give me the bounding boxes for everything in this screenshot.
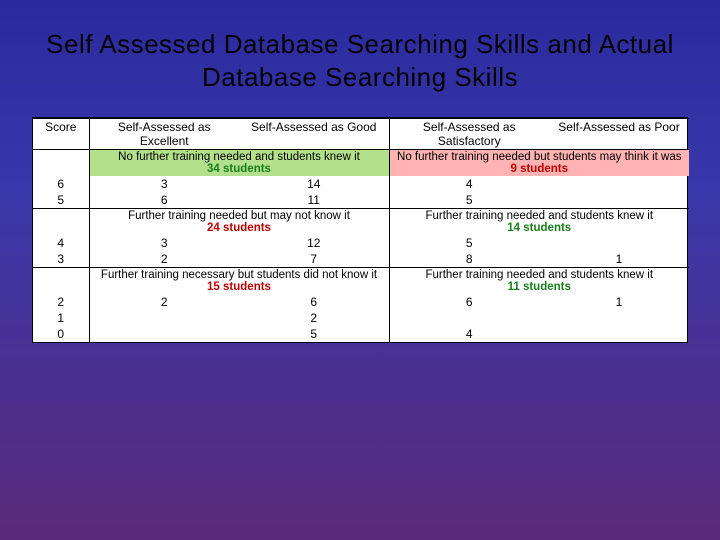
band-top-left-msg: No further training needed and students … xyxy=(90,151,389,163)
hdr-satisfactory: Self-Assessed as Satisfactory xyxy=(389,119,549,150)
score-5: 5 xyxy=(33,192,89,209)
score-1: 1 xyxy=(33,310,89,326)
band-mid-right-count: 14 students xyxy=(390,222,690,234)
band-bot: Further training necessary but students … xyxy=(33,268,689,295)
band-mid-left-count: 24 students xyxy=(90,222,389,234)
cell-6-gd: 14 xyxy=(239,176,389,192)
data-row-6: 6 3 14 4 xyxy=(33,176,689,192)
cell-5-sa: 5 xyxy=(389,192,549,209)
data-row-4: 4 3 12 5 xyxy=(33,235,689,251)
band-top-left: No further training needed and students … xyxy=(89,150,389,177)
score-3: 3 xyxy=(33,251,89,268)
hdr-score: Score xyxy=(33,119,89,150)
band-bot-left-msg: Further training necessary but students … xyxy=(90,269,389,281)
band-mid-right-msg: Further training needed and students kne… xyxy=(390,210,690,222)
cell-2-pr: 1 xyxy=(549,294,689,310)
cell-0-pr xyxy=(549,326,689,342)
band-top-left-count: 34 students xyxy=(90,163,389,175)
band-mid-right: Further training needed and students kne… xyxy=(389,209,689,236)
cell-3-gd: 7 xyxy=(239,251,389,268)
band-mid-left-msg: Further training needed but may not know… xyxy=(90,210,389,222)
cell-3-ex: 2 xyxy=(89,251,239,268)
band-top: No further training needed and students … xyxy=(33,150,689,177)
band-bot-right: Further training needed and students kne… xyxy=(389,268,689,295)
band-top-right: No further training needed but students … xyxy=(389,150,689,177)
cell-6-sa: 4 xyxy=(389,176,549,192)
cell-2-gd: 6 xyxy=(239,294,389,310)
data-row-1: 1 2 xyxy=(33,310,689,326)
cell-0-sa: 4 xyxy=(389,326,549,342)
band-mid-left: Further training needed but may not know… xyxy=(89,209,389,236)
cell-4-pr xyxy=(549,235,689,251)
band-bot-right-msg: Further training needed and students kne… xyxy=(390,269,690,281)
score-2: 2 xyxy=(33,294,89,310)
cell-1-pr xyxy=(549,310,689,326)
cell-3-sa: 8 xyxy=(389,251,549,268)
band-bot-left: Further training necessary but students … xyxy=(89,268,389,295)
cell-5-pr xyxy=(549,192,689,209)
score-4: 4 xyxy=(33,235,89,251)
band-mid: Further training needed but may not know… xyxy=(33,209,689,236)
cell-0-ex xyxy=(89,326,239,342)
slide-title: Self Assessed Database Searching Skills … xyxy=(0,0,720,107)
data-row-3: 3 2 7 8 1 xyxy=(33,251,689,268)
cell-0-gd: 5 xyxy=(239,326,389,342)
cell-6-ex: 3 xyxy=(89,176,239,192)
cell-3-pr: 1 xyxy=(549,251,689,268)
band-top-right-msg: No further training needed but students … xyxy=(390,151,690,163)
band-top-right-count: 9 students xyxy=(390,163,690,175)
cell-6-pr xyxy=(549,176,689,192)
cell-2-ex: 2 xyxy=(89,294,239,310)
cell-5-ex: 6 xyxy=(89,192,239,209)
hdr-excellent: Self-Assessed as Excellent xyxy=(89,119,239,150)
score-6: 6 xyxy=(33,176,89,192)
data-row-5: 5 6 11 5 xyxy=(33,192,689,209)
cell-1-gd: 2 xyxy=(239,310,389,326)
data-row-2: 2 2 6 6 1 xyxy=(33,294,689,310)
cell-2-sa: 6 xyxy=(389,294,549,310)
score-0: 0 xyxy=(33,326,89,342)
hdr-good: Self-Assessed as Good xyxy=(239,119,389,150)
band-bot-right-count: 11 students xyxy=(390,281,690,293)
hdr-poor: Self-Assessed as Poor xyxy=(549,119,689,150)
data-row-0: 0 5 4 xyxy=(33,326,689,342)
data-table: Score Self-Assessed as Excellent Self-As… xyxy=(33,118,689,342)
band-bot-left-count: 15 students xyxy=(90,281,389,293)
cell-5-gd: 11 xyxy=(239,192,389,209)
cell-4-gd: 12 xyxy=(239,235,389,251)
cell-4-sa: 5 xyxy=(389,235,549,251)
data-table-panel: Score Self-Assessed as Excellent Self-As… xyxy=(32,117,688,343)
cell-1-sa xyxy=(389,310,549,326)
cell-1-ex xyxy=(89,310,239,326)
header-row: Score Self-Assessed as Excellent Self-As… xyxy=(33,119,689,150)
cell-4-ex: 3 xyxy=(89,235,239,251)
